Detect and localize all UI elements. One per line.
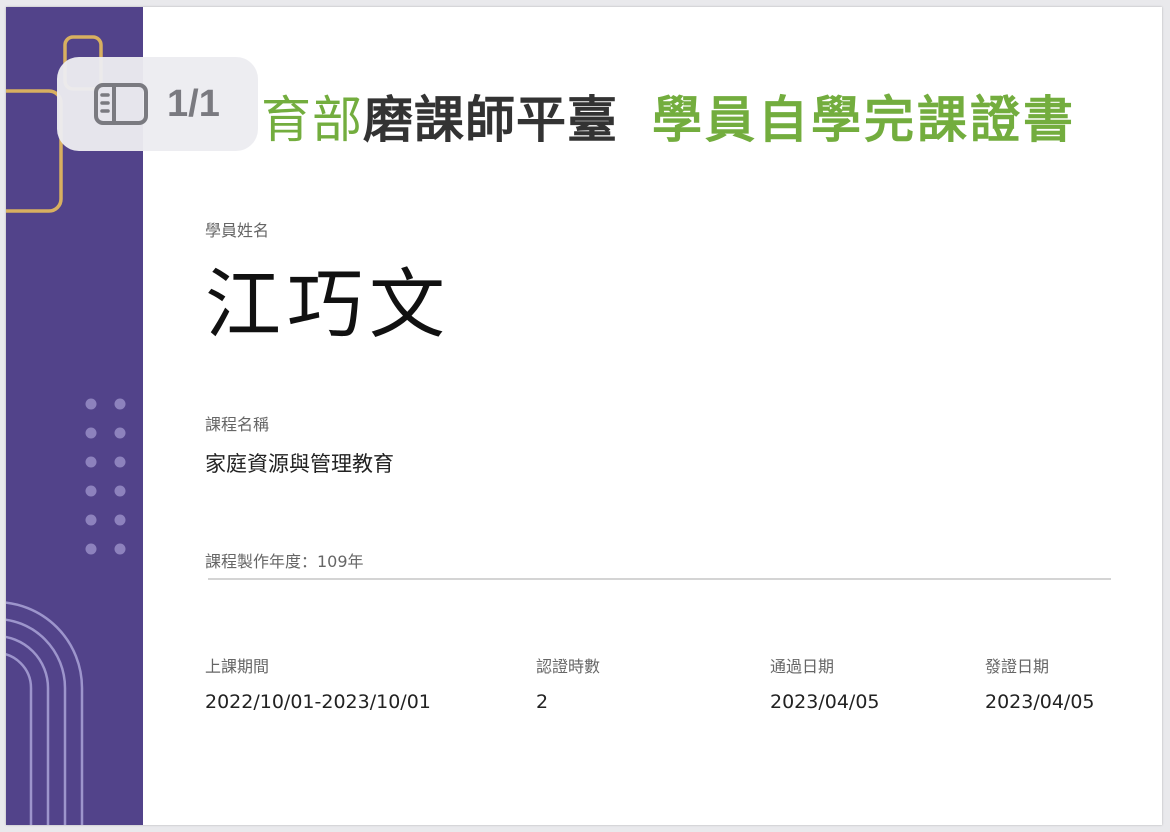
hours-value: 2 bbox=[536, 691, 549, 713]
title-prefix: 育部 bbox=[261, 91, 363, 149]
course-name-label: 課程名稱 bbox=[205, 415, 270, 434]
hours-label: 認證時數 bbox=[536, 657, 601, 676]
sidebar-toggle-icon[interactable] bbox=[93, 82, 149, 126]
page-indicator-badge[interactable]: 1/1 bbox=[57, 57, 258, 151]
divider bbox=[208, 578, 1111, 580]
period-label: 上課期間 bbox=[205, 657, 270, 676]
certificate-title: 育部磨課師平臺 學員自學完課證書 bbox=[261, 85, 1076, 155]
period-value: 2022/10/01-2023/10/01 bbox=[205, 691, 431, 713]
student-name-label: 學員姓名 bbox=[205, 221, 270, 240]
course-name: 家庭資源與管理教育 bbox=[205, 452, 394, 476]
course-year: 課程製作年度：109年 bbox=[205, 552, 364, 571]
issue-date-value: 2023/04/05 bbox=[985, 691, 1095, 713]
title-certificate: 學員自學完課證書 bbox=[652, 91, 1076, 149]
pass-date-value: 2023/04/05 bbox=[770, 691, 880, 713]
title-brand: 磨課師平臺 bbox=[363, 91, 618, 149]
pass-date-label: 通過日期 bbox=[770, 657, 835, 676]
student-name: 江巧文 bbox=[205, 260, 451, 349]
issue-date-label: 發證日期 bbox=[985, 657, 1050, 676]
page-count: 1/1 bbox=[167, 82, 220, 125]
